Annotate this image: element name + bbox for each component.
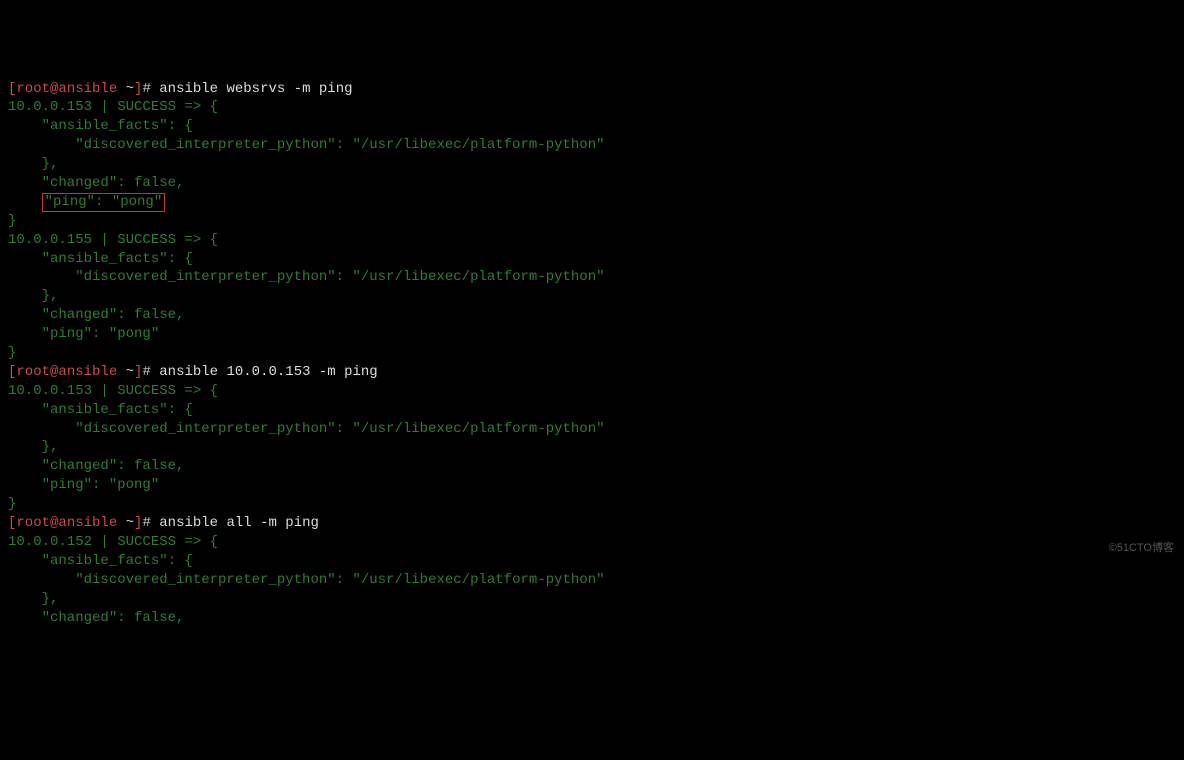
prompt-host: ansible	[58, 81, 117, 97]
ping-pong-highlight: "ping": "pong"	[42, 193, 166, 212]
output-line: "ansible_facts": {	[8, 402, 193, 418]
output-line: "discovered_interpreter_python": "/usr/l…	[8, 572, 605, 588]
output-line: },	[8, 288, 58, 304]
output-line: "ping": "pong"	[8, 326, 159, 342]
output-line: "ping": "pong"	[8, 477, 159, 493]
prompt-hash: #	[142, 81, 159, 97]
prompt-hash: #	[142, 515, 159, 531]
prompt-tilde: ~	[117, 364, 134, 380]
prompt-user: root	[16, 364, 50, 380]
output-line: "changed": false,	[8, 458, 184, 474]
command-2: ansible 10.0.0.153 -m ping	[159, 364, 377, 380]
output-line: "ansible_facts": {	[8, 553, 193, 569]
output-line: 10.0.0.153 | SUCCESS => {	[8, 99, 218, 115]
prompt-hash: #	[142, 364, 159, 380]
output-line: "discovered_interpreter_python": "/usr/l…	[8, 137, 605, 153]
output-line: "changed": false,	[8, 307, 184, 323]
output-line: 10.0.0.153 | SUCCESS => {	[8, 383, 218, 399]
output-line: }	[8, 213, 16, 229]
ping-pong-text: "ping": "pong"	[45, 194, 163, 210]
prompt-tilde: ~	[117, 515, 134, 531]
output-line: "discovered_interpreter_python": "/usr/l…	[8, 421, 605, 437]
command-3: ansible all -m ping	[159, 515, 319, 531]
prompt-user: root	[16, 515, 50, 531]
output-line: },	[8, 439, 58, 455]
output-line: "discovered_interpreter_python": "/usr/l…	[8, 269, 605, 285]
output-line: 10.0.0.152 | SUCCESS => {	[8, 534, 218, 550]
output-line: "ansible_facts": {	[8, 251, 193, 267]
output-line: }	[8, 345, 16, 361]
output-line: },	[8, 156, 58, 172]
prompt-line-3: [root@ansible ~]# ansible all -m ping	[8, 515, 319, 531]
prompt-host: ansible	[58, 364, 117, 380]
output-line: "changed": false,	[8, 175, 184, 191]
output-line: }	[8, 496, 16, 512]
terminal-output: [root@ansible ~]# ansible websrvs -m pin…	[8, 80, 1176, 628]
prompt-tilde: ~	[117, 81, 134, 97]
output-line-prefix	[8, 194, 42, 210]
watermark: ©51CTO博客	[1109, 541, 1174, 556]
command-1: ansible websrvs -m ping	[159, 81, 352, 97]
output-line: },	[8, 591, 58, 607]
output-line: 10.0.0.155 | SUCCESS => {	[8, 232, 218, 248]
prompt-host: ansible	[58, 515, 117, 531]
output-line: "changed": false,	[8, 610, 184, 626]
output-line: "ansible_facts": {	[8, 118, 193, 134]
prompt-line-2: [root@ansible ~]# ansible 10.0.0.153 -m …	[8, 364, 378, 380]
prompt-user: root	[16, 81, 50, 97]
prompt-line-1: [root@ansible ~]# ansible websrvs -m pin…	[8, 81, 353, 97]
